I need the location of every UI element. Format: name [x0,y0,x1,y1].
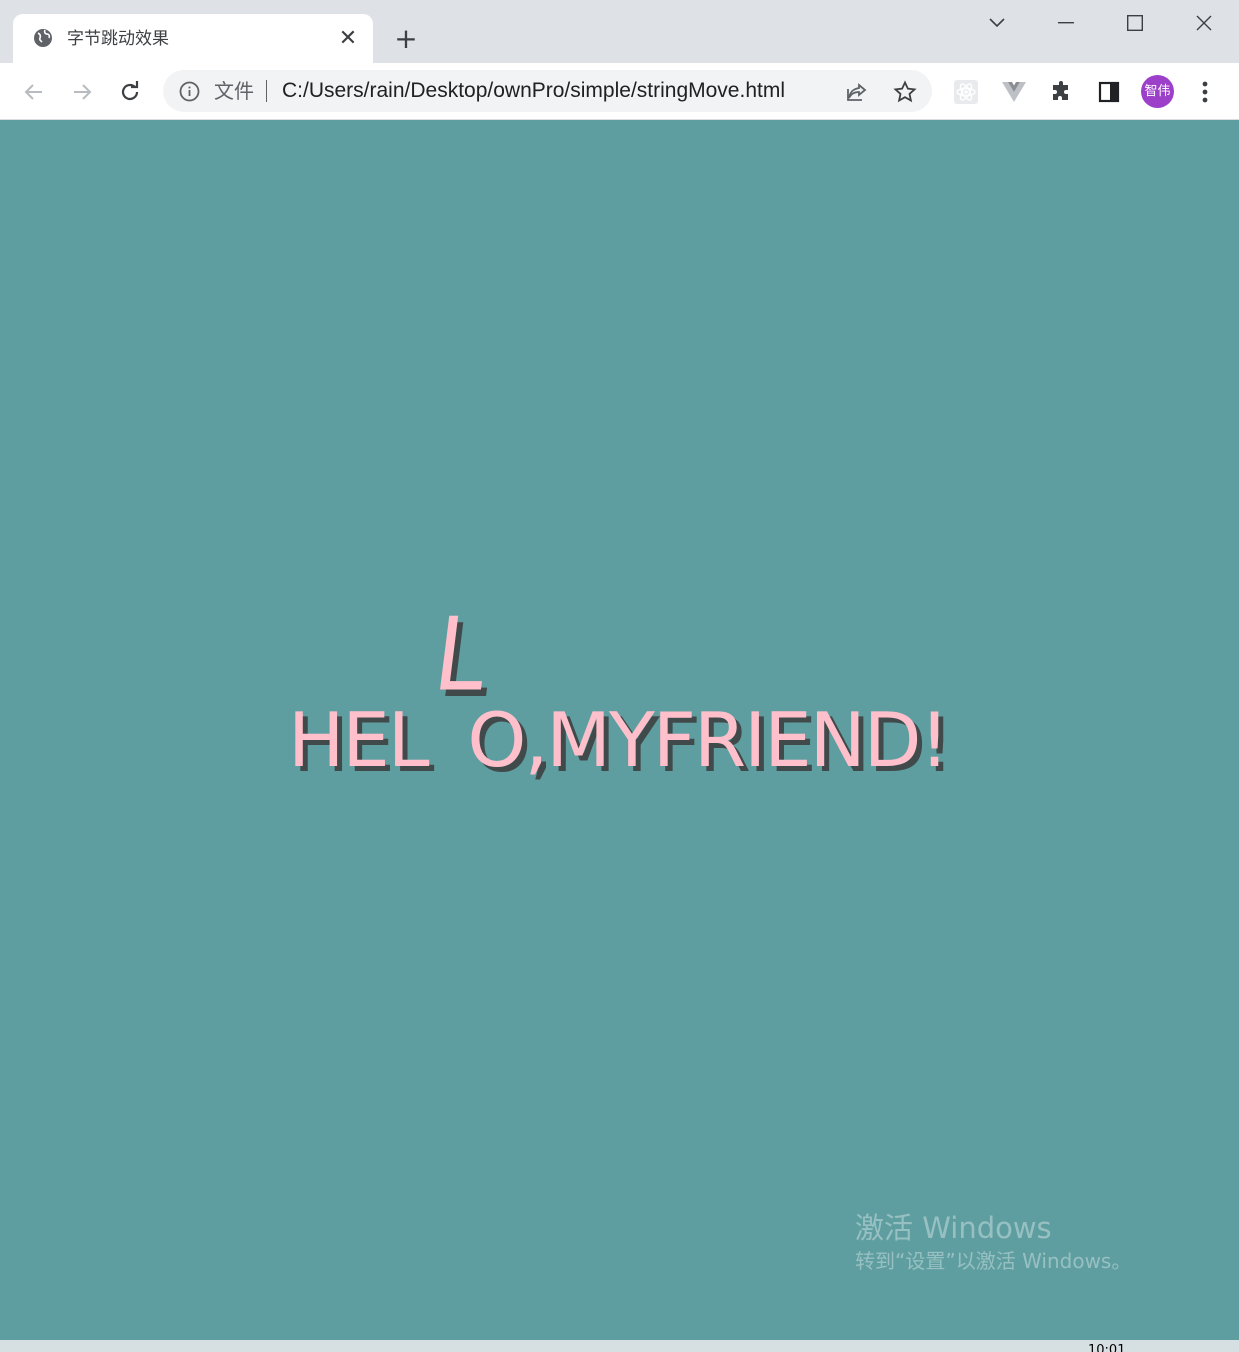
chevron-down-icon [989,18,1005,28]
letter-5: , [524,696,548,784]
back-button[interactable] [17,75,51,109]
arrow-right-icon [74,84,92,100]
extensions-button[interactable] [1045,75,1079,109]
vue-devtools-icon [1002,82,1026,102]
profile-avatar[interactable]: 智伟 [1141,75,1174,108]
letter-7: Y [609,696,655,784]
reload-button[interactable] [113,75,147,109]
extension-react-button[interactable] [949,75,983,109]
maximize-icon [1127,15,1143,31]
forward-button[interactable] [65,75,99,109]
letter-12: N [809,696,866,784]
letter-14: ! [919,696,949,784]
minimize-icon [1058,22,1074,24]
letter-6: M [546,696,611,784]
close-window-button[interactable] [1174,0,1234,46]
omnibox-divider [266,80,267,102]
close-icon [1196,15,1212,31]
new-tab-button[interactable]: + [390,24,422,56]
letter-2: L [387,696,430,784]
windows-activation-watermark: 激活 Windows 转到“设置”以激活 Windows。 [855,1210,1131,1276]
side-panel-button[interactable] [1092,75,1126,109]
page-viewport: HELLO,MYFRIEND! 激活 Windows 转到“设置”以激活 Win… [0,120,1239,1340]
url-text[interactable]: C:/Users/rain/Desktop/ownPro/simple/stri… [282,78,830,104]
watermark-subtitle: 转到“设置”以激活 Windows。 [855,1249,1132,1273]
side-panel-icon [1098,81,1120,103]
watermark-title: 激活 Windows [855,1211,1052,1245]
extension-vue-button[interactable] [997,75,1031,109]
info-icon[interactable] [179,81,200,102]
browser-toolbar: 文件 C:/Users/rain/Desktop/ownPro/simple/s… [0,63,1239,120]
tab-strip: 字节跳动效果 ✕ + [0,0,1239,63]
letter-11: E [764,696,811,784]
letter-9: R [693,696,746,784]
letter-1: E [342,696,389,784]
letter-10: I [744,696,766,784]
scheme-label: 文件 [214,79,254,103]
tab-search-button[interactable] [967,0,1027,46]
more-vert-icon [1202,81,1208,103]
react-devtools-icon [954,80,978,104]
taskbar-clock: 10:01 [1088,1343,1126,1352]
tab-active[interactable]: 字节跳动效果 ✕ [13,14,373,63]
reload-icon [121,81,139,101]
arrow-left-icon [24,84,42,100]
globe-icon [33,28,53,48]
address-bar[interactable]: 文件 C:/Users/rain/Desktop/ownPro/simple/s… [163,70,932,112]
maximize-button[interactable] [1105,0,1165,46]
letter-0: H [288,696,344,784]
close-tab-icon[interactable]: ✕ [335,26,361,52]
letter-8: F [652,696,696,784]
share-icon[interactable] [844,79,870,105]
jumping-text: HELLO,MYFRIEND! [288,595,950,785]
menu-button[interactable] [1188,75,1222,109]
letter-13: D [863,696,922,784]
taskbar: 10:01 [0,1340,1239,1352]
tab-title: 字节跳动效果 [67,29,169,49]
star-icon[interactable] [892,79,918,105]
minimize-button[interactable] [1036,0,1096,46]
puzzle-icon [1053,81,1068,100]
